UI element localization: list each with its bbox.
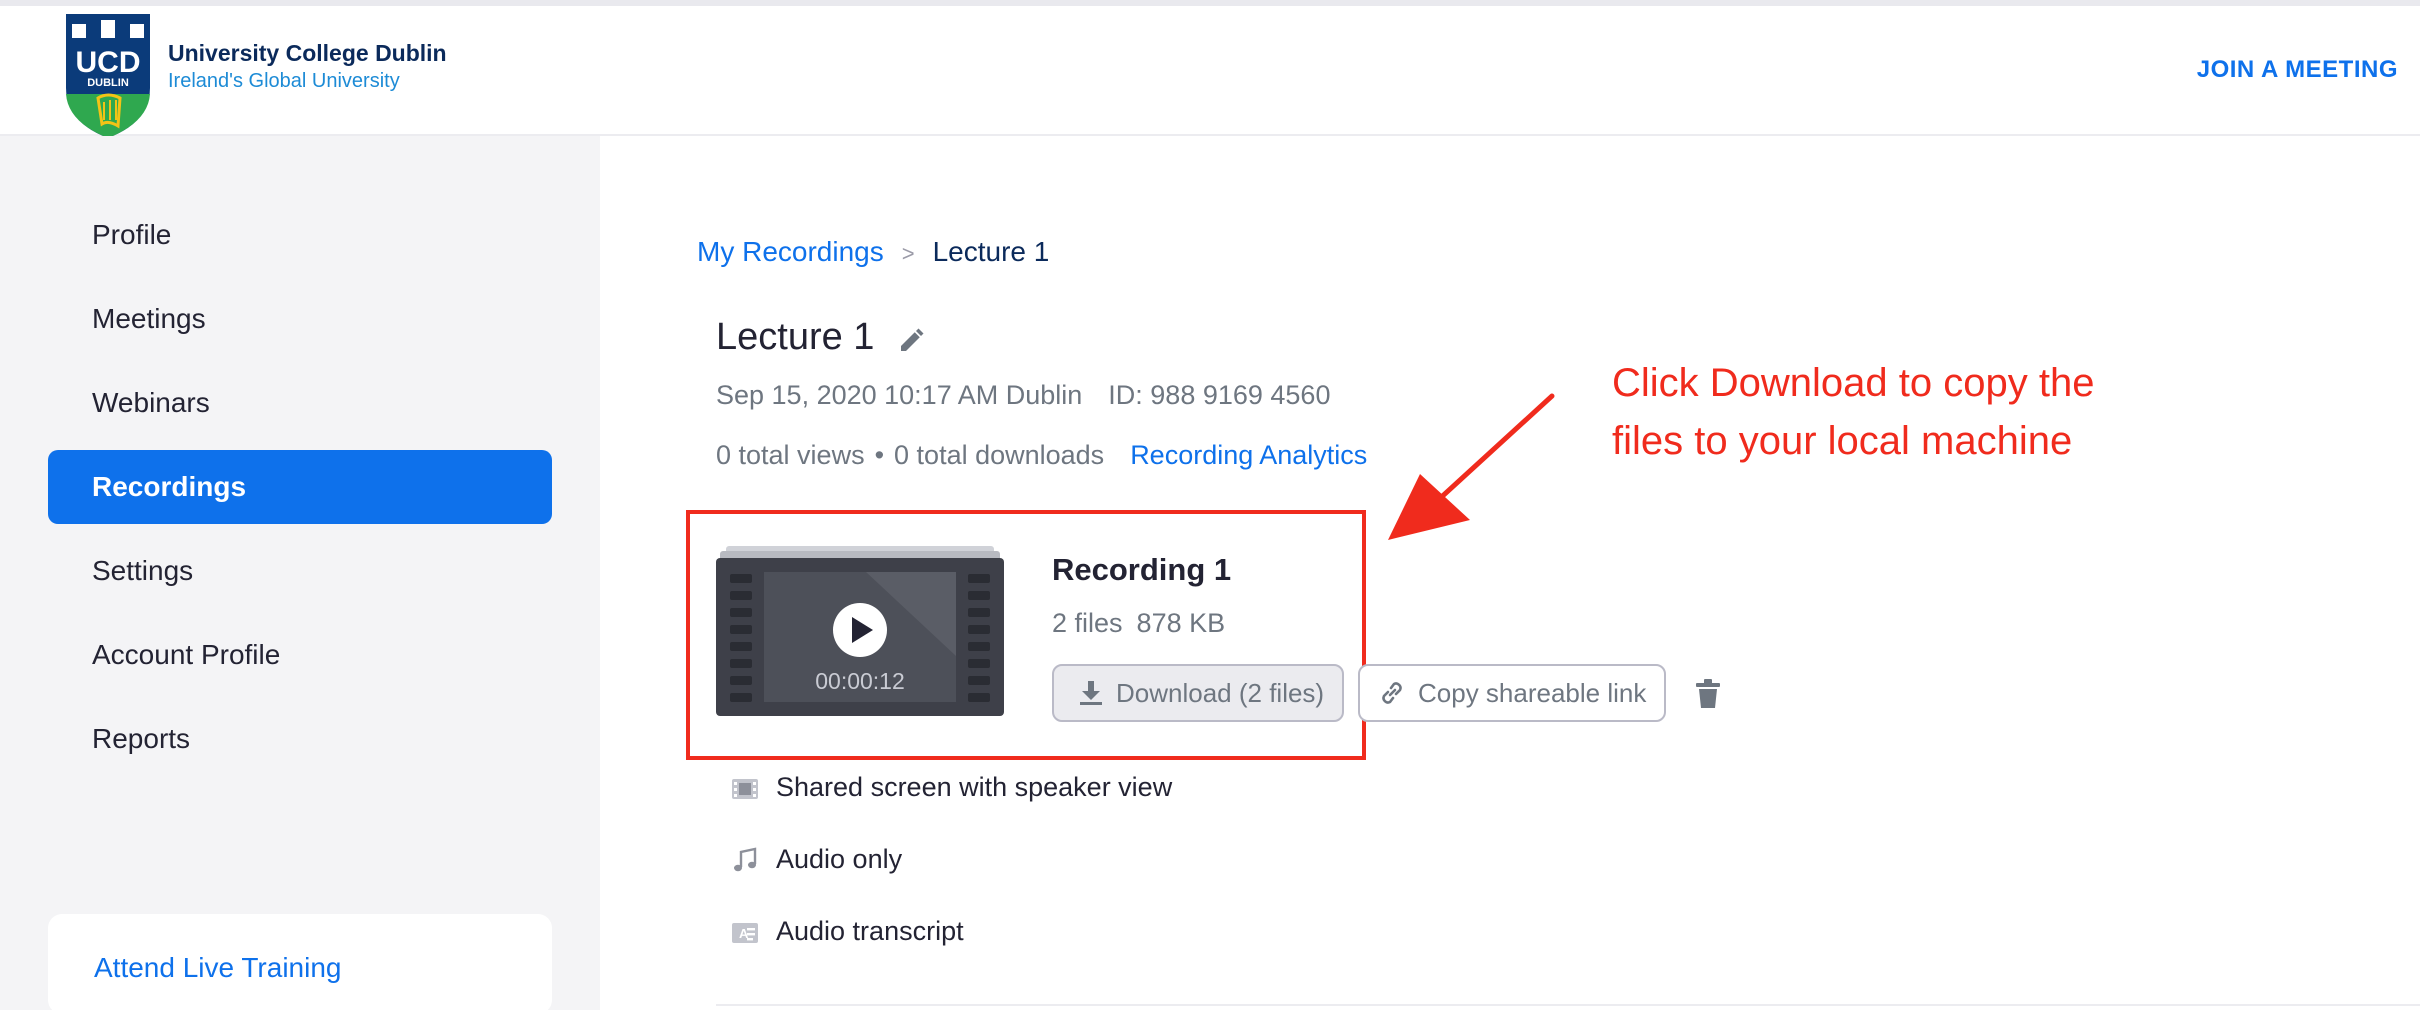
recording-title: Lecture 1 [716, 316, 875, 358]
sidebar-item-settings[interactable]: Settings [48, 534, 552, 608]
main-content: My Recordings > Lecture 1 Lecture 1 Sep 15… [600, 136, 2420, 1010]
sidebar-item-recordings[interactable]: Recordings [48, 450, 552, 524]
training-card: Attend Live Training [48, 914, 552, 1010]
stats-dot: • [874, 440, 885, 470]
total-downloads: 0 total downloads [894, 440, 1105, 470]
total-views: 0 total views [716, 440, 865, 470]
file-label: Shared screen with speaker view [776, 772, 1173, 802]
join-meeting-link[interactable]: JOIN A MEETING [2197, 56, 2398, 84]
sidebar-item-account-profile[interactable]: Account Profile [48, 618, 552, 692]
breadcrumb-separator: > [901, 241, 915, 266]
annotation-line-2: files to your local machine [1612, 419, 2073, 463]
logo-sub: DUBLIN [87, 77, 129, 89]
file-row-audio-transcript[interactable]: A Audio transcript [730, 916, 964, 947]
file-row-shared-screen[interactable]: Shared screen with speaker view [730, 772, 1172, 803]
logo-letters: UCD [76, 46, 141, 79]
attend-live-training-link[interactable]: Attend Live Training [94, 952, 342, 984]
sidebar-item-webinars[interactable]: Webinars [48, 366, 552, 440]
ucd-crest-logo[interactable]: UCD DUBLIN [62, 10, 154, 140]
breadcrumb-my-recordings[interactable]: My Recordings [697, 236, 884, 267]
download-button-label: Download (2 files) [1116, 677, 1325, 708]
recording-meta: Sep 15, 2020 10:17 AM Dublin ID: 988 9169… [716, 380, 1330, 411]
sidebar-item-meetings[interactable]: Meetings [48, 282, 552, 356]
link-icon [1382, 682, 1402, 704]
recording-analytics-link[interactable]: Recording Analytics [1130, 440, 1367, 470]
music-note-icon [734, 847, 757, 871]
annotation-arrow [1388, 393, 1555, 540]
meeting-id: ID: 988 9169 4560 [1108, 380, 1331, 410]
sidebar-item-profile[interactable]: Profile [48, 198, 552, 272]
org-name: University College Dublin [168, 40, 447, 66]
recording-stats: 0 total views • 0 total downloads Recording… [716, 440, 1367, 471]
copy-link-label: Copy shareable link [1418, 677, 1647, 708]
annotation-text: Click Download to copy the files to your… [1612, 354, 2094, 470]
breadcrumb: My Recordings > Lecture 1 [697, 236, 1049, 268]
video-file-icon [732, 778, 758, 799]
file-count: 2 files [1052, 608, 1123, 638]
file-row-audio-only[interactable]: Audio only [730, 844, 902, 875]
transcript-icon: A [732, 922, 758, 943]
download-button[interactable]: Download (2 files) [1052, 664, 1344, 722]
breadcrumb-current: Lecture 1 [932, 236, 1050, 267]
download-icon [1080, 681, 1102, 705]
file-label: Audio only [776, 844, 903, 874]
divider [716, 1004, 2420, 1006]
pencil-edit-icon[interactable] [896, 326, 926, 356]
org-tagline: Ireland's Global University [168, 70, 400, 92]
site-header: UCD DUBLIN University College Dublin Ire… [0, 6, 2420, 138]
trash-icon[interactable] [1694, 679, 1722, 709]
copy-shareable-link-button[interactable]: Copy shareable link [1358, 664, 1666, 722]
sidebar: Profile Meetings Webinars Recordings Set… [0, 136, 600, 1010]
file-label: Audio transcript [776, 916, 964, 946]
file-size: 878 KB [1136, 608, 1226, 638]
recording-datetime: Sep 15, 2020 10:17 AM Dublin [716, 380, 1083, 410]
recording-card-title: Recording 1 [1052, 552, 1232, 587]
sidebar-item-reports[interactable]: Reports [48, 702, 552, 776]
recording-duration: 00:00:12 [815, 668, 905, 694]
annotation-line-1: Click Download to copy the [1612, 361, 2095, 405]
recording-file-info: 2 files 878 KB [1052, 608, 1225, 639]
